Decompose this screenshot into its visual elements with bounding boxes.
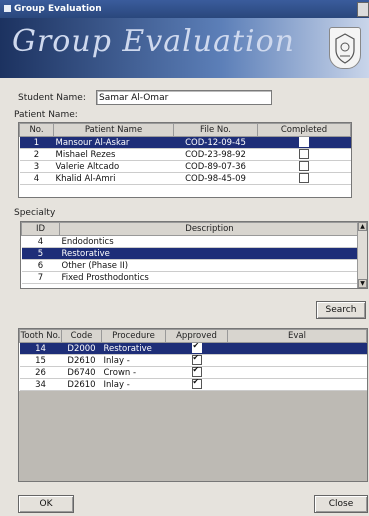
- completed-cell: [257, 148, 351, 161]
- approved-checkbox[interactable]: [191, 367, 202, 378]
- code-cell: D2610: [61, 354, 102, 367]
- specialty-table[interactable]: ID Description 4 Endodontics 5 Restorative 6 O…: [20, 221, 368, 289]
- procedure-cell: Inlay -: [101, 354, 166, 367]
- title-bar[interactable]: Group Evaluation: [0, 0, 369, 18]
- list-item[interactable]: 4 Endodontics: [21, 235, 360, 248]
- specialty-id-cell: 7: [21, 271, 60, 284]
- column-header[interactable]: File No.: [173, 123, 258, 137]
- completed-cell: [257, 136, 351, 149]
- approved-checkbox[interactable]: [191, 379, 202, 390]
- student-name-label: Student Name:: [18, 93, 86, 103]
- tooth-no-cell: 15: [19, 354, 62, 367]
- patient-no-cell: 3: [19, 160, 54, 173]
- search-button[interactable]: Search: [316, 301, 366, 319]
- patient-no-cell: 4: [19, 172, 54, 185]
- specialty-scrollbar[interactable]: ▲ ▼: [357, 222, 367, 288]
- ok-button[interactable]: OK: [18, 495, 74, 513]
- file-no-cell: COD-89-07-36: [173, 160, 258, 173]
- procedure-cell: Restorative: [101, 342, 166, 355]
- approved-cell: [165, 366, 228, 379]
- patients-table[interactable]: No. Patient Name File No. Completed 1 Mansou…: [18, 122, 352, 198]
- procedures-table[interactable]: Tooth No. Code Procedure Approved Eval 14 D20…: [18, 328, 368, 482]
- file-no-cell: COD-12-09-45: [173, 136, 258, 149]
- specialty-desc-cell: Restorative: [59, 247, 360, 260]
- specialty-label: Specialty: [14, 208, 56, 218]
- code-cell: D2610: [61, 378, 102, 391]
- patient-name-label: Patient Name:: [14, 110, 78, 120]
- file-no-cell: COD-23-98-92: [173, 148, 258, 161]
- patient-name-cell: Mansour Al-Askar: [53, 136, 174, 149]
- column-header[interactable]: Tooth No.: [19, 329, 62, 343]
- column-header[interactable]: Completed: [257, 123, 351, 137]
- patient-no-cell: 1: [19, 136, 54, 149]
- specialty-id-cell: 6: [21, 259, 60, 272]
- window-title: Group Evaluation: [14, 4, 102, 14]
- completed-checkbox[interactable]: [299, 137, 309, 148]
- group-evaluation-window: Group Evaluation Group Evaluation Studen…: [0, 0, 369, 516]
- table-row[interactable]: 1 Mansour Al-Askar COD-12-09-45: [19, 136, 351, 149]
- student-name-field[interactable]: Samar Al-Omar: [96, 90, 272, 105]
- completed-checkbox[interactable]: [299, 161, 309, 172]
- list-item[interactable]: 6 Other (Phase II): [21, 259, 360, 272]
- list-item[interactable]: 7 Fixed Prosthodontics: [21, 271, 360, 284]
- eval-cell[interactable]: [227, 354, 367, 367]
- column-header[interactable]: Procedure: [101, 329, 166, 343]
- table-row[interactable]: 3 Valerie Altcado COD-89-07-36: [19, 160, 351, 173]
- procedure-cell: Crown -: [101, 366, 166, 379]
- table-row[interactable]: 34 D2610 Inlay -: [19, 378, 367, 391]
- column-header[interactable]: No.: [19, 123, 54, 137]
- table-row[interactable]: 15 D2610 Inlay -: [19, 354, 367, 367]
- window-icon: [4, 5, 11, 12]
- specialty-desc-cell: Endodontics: [59, 235, 360, 248]
- specialty-desc-cell: Other (Phase II): [59, 259, 360, 272]
- specialty-id-cell: 4: [21, 235, 60, 248]
- patient-no-cell: 2: [19, 148, 54, 161]
- approved-cell: [165, 342, 228, 355]
- eval-cell[interactable]: [227, 366, 367, 379]
- header-banner: Group Evaluation: [0, 18, 369, 78]
- table-row[interactable]: 4 Khalid Al-Amri COD-98-45-09: [19, 172, 351, 185]
- completed-checkbox[interactable]: [299, 173, 309, 184]
- scroll-up-icon[interactable]: ▲: [358, 222, 367, 231]
- list-item[interactable]: 5 Restorative: [21, 247, 360, 260]
- patient-name-cell: Mishael Rezes: [53, 148, 174, 161]
- column-header[interactable]: Code: [61, 329, 102, 343]
- university-crest-icon: [329, 27, 361, 69]
- eval-cell[interactable]: [227, 378, 367, 391]
- column-header[interactable]: ID: [21, 222, 60, 236]
- table-row[interactable]: 14 D2000 Restorative: [19, 342, 367, 355]
- patient-name-cell: Khalid Al-Amri: [53, 172, 174, 185]
- close-button[interactable]: Close: [314, 495, 368, 513]
- completed-cell: [257, 172, 351, 185]
- specialty-id-cell: 5: [21, 247, 60, 260]
- file-no-cell: COD-98-45-09: [173, 172, 258, 185]
- completed-checkbox[interactable]: [299, 149, 309, 160]
- tooth-no-cell: 34: [19, 378, 62, 391]
- table-row[interactable]: 2 Mishael Rezes COD-23-98-92: [19, 148, 351, 161]
- tooth-no-cell: 14: [19, 342, 62, 355]
- code-cell: D2000: [61, 342, 102, 355]
- approved-checkbox[interactable]: [191, 343, 202, 354]
- procedure-cell: Inlay -: [101, 378, 166, 391]
- column-header[interactable]: Description: [59, 222, 360, 236]
- approved-checkbox[interactable]: [191, 355, 202, 366]
- tooth-no-cell: 26: [19, 366, 62, 379]
- banner-title: Group Evaluation: [12, 24, 295, 59]
- column-header[interactable]: Eval: [227, 329, 367, 343]
- column-header[interactable]: Patient Name: [53, 123, 174, 137]
- eval-cell[interactable]: [227, 342, 367, 355]
- approved-cell: [165, 354, 228, 367]
- code-cell: D6740: [61, 366, 102, 379]
- column-header[interactable]: Approved: [165, 329, 228, 343]
- scroll-down-icon[interactable]: ▼: [358, 279, 367, 288]
- window-control-button[interactable]: [357, 2, 369, 17]
- specialty-desc-cell: Fixed Prosthodontics: [59, 271, 360, 284]
- table-row[interactable]: 26 D6740 Crown -: [19, 366, 367, 379]
- patient-name-cell: Valerie Altcado: [53, 160, 174, 173]
- completed-cell: [257, 160, 351, 173]
- approved-cell: [165, 378, 228, 391]
